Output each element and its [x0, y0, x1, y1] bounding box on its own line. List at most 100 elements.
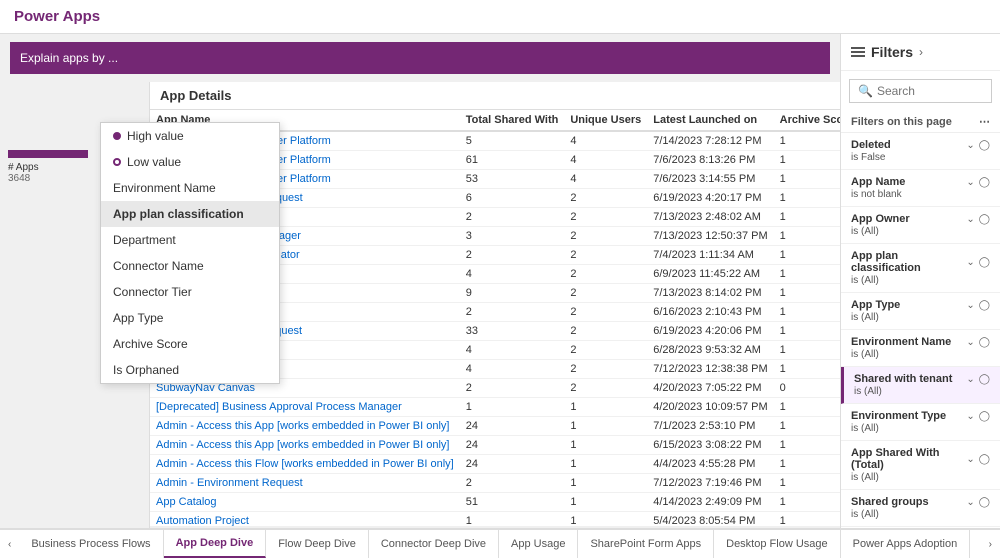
dropdown-item-app-plan[interactable]: App plan classification [101, 201, 279, 227]
dropdown-label-env-name: Environment Name [113, 181, 216, 195]
dropdown-item-app-type[interactable]: App Type [101, 305, 279, 331]
filter-item[interactable]: Environment Name⌄◯is (All) [841, 330, 1000, 367]
filter-item[interactable]: App Owner⌄◯is (All) [841, 207, 1000, 244]
dropdown-item-is-orphaned[interactable]: Is Orphaned [101, 357, 279, 383]
chevron-down-icon[interactable]: ⌄ [966, 177, 974, 188]
chevron-down-icon[interactable]: ⌄ [966, 214, 974, 225]
clear-filter-icon[interactable]: ◯ [979, 214, 990, 225]
dropdown-label-department: Department [113, 233, 176, 247]
chevron-down-icon[interactable]: ⌄ [966, 411, 974, 422]
filters-more-icon[interactable]: ⋯ [979, 115, 990, 128]
filter-search-input[interactable] [877, 84, 983, 98]
filter-item[interactable]: App Shared With (Total)⌄◯is (All) [841, 441, 1000, 490]
filter-item-value: is (All) [851, 423, 990, 434]
filter-search-box[interactable]: 🔍 [849, 79, 992, 103]
filter-item-value: is (All) [851, 509, 990, 520]
dropdown-label-is-orphaned: Is Orphaned [113, 363, 179, 377]
col-latest-launched[interactable]: Latest Launched on [647, 110, 773, 131]
clear-filter-icon[interactable]: ◯ [979, 140, 990, 151]
search-icon: 🔍 [858, 84, 873, 98]
dropdown-label-archive-score: Archive Score [113, 337, 188, 351]
dropdown-item-archive-score[interactable]: Archive Score [101, 331, 279, 357]
table-row: App Catalog5114/14/2023 2:49:09 PM1coe-b… [150, 493, 840, 512]
clear-filter-icon[interactable]: ◯ [979, 257, 990, 268]
table-row: Admin - Access this Flow [works embedded… [150, 455, 840, 474]
dropdown-item-env-name[interactable]: Environment Name [101, 175, 279, 201]
tab-nav-right[interactable]: › [981, 530, 1000, 558]
dropdown-item-connector-tier[interactable]: Connector Tier [101, 279, 279, 305]
app-name-link[interactable]: Admin - Access this App [works embedded … [156, 439, 449, 451]
filter-item-value: is (All) [851, 275, 990, 286]
filter-item-icons: ⌄◯ [966, 497, 990, 508]
clear-filter-icon[interactable]: ◯ [979, 337, 990, 348]
clear-filter-icon[interactable]: ◯ [979, 300, 990, 311]
app-name-link[interactable]: [Deprecated] Business Approval Process M… [156, 401, 402, 413]
filter-item-name: Environment Type [851, 410, 946, 422]
table-row: Admin - Access this App [works embedded … [150, 436, 840, 455]
dropdown-label-low-value: Low value [127, 155, 181, 169]
chevron-down-icon[interactable]: ⌄ [966, 374, 974, 385]
tab-desktop-flow-usage[interactable]: Desktop Flow Usage [714, 530, 841, 558]
col-total-shared[interactable]: Total Shared With [460, 110, 565, 131]
filters-header: Filters › [841, 34, 1000, 71]
tab-app-deep-dive[interactable]: App Deep Dive [164, 530, 267, 558]
tab-business-process-flows[interactable]: Business Process Flows [19, 530, 163, 558]
dropdown-item-low-value[interactable]: Low value [101, 149, 279, 175]
table-row: Admin - Environment Request217/12/2023 7… [150, 474, 840, 493]
tab-nav-left[interactable]: ‹ [0, 530, 19, 558]
chevron-down-icon[interactable]: ⌄ [966, 497, 974, 508]
dropdown-label-app-type: App Type [113, 311, 163, 325]
tab-sharepoint-form-apps[interactable]: SharePoint Form Apps [578, 530, 714, 558]
clear-filter-icon[interactable]: ◯ [979, 497, 990, 508]
filter-item[interactable]: App plan classification⌄◯is (All) [841, 244, 1000, 293]
filters-scroll[interactable]: Deleted⌄◯is FalseApp Name⌄◯is not blankA… [841, 133, 1000, 528]
chart-bar [8, 150, 88, 158]
filter-item[interactable]: Environment Type ⌄ ◯is (All) [841, 404, 1000, 441]
filter-item-name: App Owner [851, 213, 910, 225]
col-archive-score[interactable]: Archive Score [774, 110, 840, 131]
filter-item[interactable]: Shared groups⌄◯is (All) [841, 490, 1000, 527]
filter-item-value: is (All) [851, 226, 990, 237]
app-name-link[interactable]: Admin - Environment Request [156, 477, 303, 489]
tab-flow-deep-dive[interactable]: Flow Deep Dive [266, 530, 369, 558]
app-name-link[interactable]: Automation Project [156, 515, 249, 526]
chevron-down-icon[interactable]: ⌄ [966, 140, 974, 151]
tab-power-apps-adoption[interactable]: Power Apps Adoption [841, 530, 971, 558]
chevron-down-icon[interactable]: ⌄ [966, 454, 974, 465]
filter-item-value: is (All) [854, 386, 990, 397]
right-panel: Filters › 🔍 Filters on this page ⋯ Delet… [840, 34, 1000, 528]
filter-item[interactable]: App Name⌄◯is not blank [841, 170, 1000, 207]
clear-filter-icon[interactable]: ◯ [979, 411, 990, 422]
dropdown-label-connector-tier: Connector Tier [113, 285, 192, 299]
filter-item[interactable]: Deleted⌄◯is False [841, 133, 1000, 170]
filter-item-value: is False [851, 152, 990, 163]
app-name-link[interactable]: Admin - Access this App [works embedded … [156, 420, 449, 432]
filter-item-value: is (All) [851, 472, 990, 483]
app-name-link[interactable]: Admin - Access this Flow [works embedded… [156, 458, 454, 470]
filter-item-icons: ⌄◯ [966, 337, 990, 348]
tab-connector-deep-dive[interactable]: Connector Deep Dive [369, 530, 499, 558]
dropdown-item-connector-name[interactable]: Connector Name [101, 253, 279, 279]
filter-item-name: Shared with tenant [854, 373, 952, 385]
app-name-link[interactable]: App Catalog [156, 496, 217, 508]
filter-collapse-icon[interactable]: › [919, 45, 923, 59]
chart-area: # Apps 3648 High value Low value Environ… [0, 82, 150, 528]
col-unique-users[interactable]: Unique Users [564, 110, 647, 131]
filter-item-icons: ⌄◯ [966, 214, 990, 225]
clear-filter-icon[interactable]: ◯ [979, 374, 990, 385]
chevron-down-icon[interactable]: ⌄ [966, 257, 974, 268]
dropdown-item-high-value[interactable]: High value [101, 123, 279, 149]
chevron-down-icon[interactable]: ⌄ [966, 300, 974, 311]
explain-bar[interactable]: Explain apps by ... [10, 42, 830, 74]
clear-filter-icon[interactable]: ◯ [979, 177, 990, 188]
dropdown-item-department[interactable]: Department [101, 227, 279, 253]
chevron-down-icon[interactable]: ⌄ [966, 337, 974, 348]
filter-item[interactable]: App Type⌄◯is (All) [841, 293, 1000, 330]
filter-item-name: App Type [851, 299, 900, 311]
clear-filter-icon[interactable]: ◯ [979, 454, 990, 465]
filter-item-icons: ⌄◯ [966, 257, 990, 268]
filter-item-icons: ⌄◯ [966, 140, 990, 151]
tab-app-usage[interactable]: App Usage [499, 530, 578, 558]
filter-item-icons: ⌄◯ [966, 177, 990, 188]
filter-item[interactable]: Shared with tenant ⌄ ◯is (All) [841, 367, 1000, 404]
